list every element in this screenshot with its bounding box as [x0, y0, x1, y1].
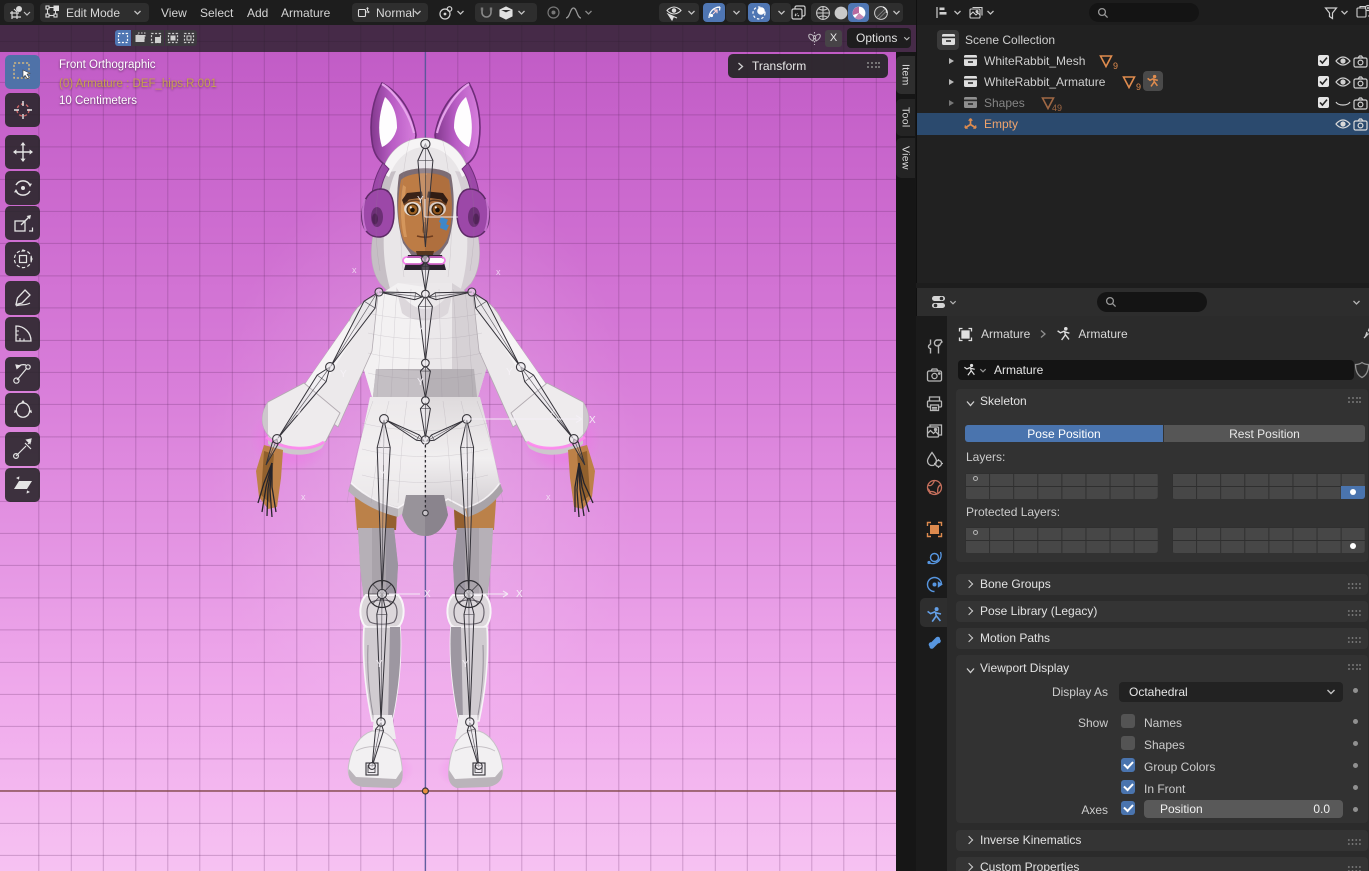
svg-text:x: x — [352, 265, 357, 275]
svg-text:X: X — [516, 589, 523, 600]
svg-text:Y: Y — [462, 659, 469, 670]
svg-text:Y: Y — [376, 659, 383, 670]
svg-text:X: X — [589, 415, 596, 426]
svg-text:Y: Y — [463, 469, 470, 480]
svg-text:x: x — [297, 407, 302, 417]
svg-text:Y: Y — [340, 369, 347, 380]
svg-text:Y: Y — [506, 367, 513, 378]
svg-text:Y: Y — [420, 441, 427, 452]
svg-text:X: X — [424, 589, 431, 600]
svg-text:Y: Y — [417, 325, 424, 336]
svg-text:Y: Y — [379, 469, 386, 480]
svg-text:x: x — [546, 492, 551, 502]
svg-text:x: x — [550, 407, 555, 417]
svg-text:Y: Y — [417, 195, 424, 206]
svg-text:Y: Y — [417, 377, 424, 388]
svg-text:x: x — [496, 267, 501, 277]
svg-text:x: x — [301, 492, 306, 502]
